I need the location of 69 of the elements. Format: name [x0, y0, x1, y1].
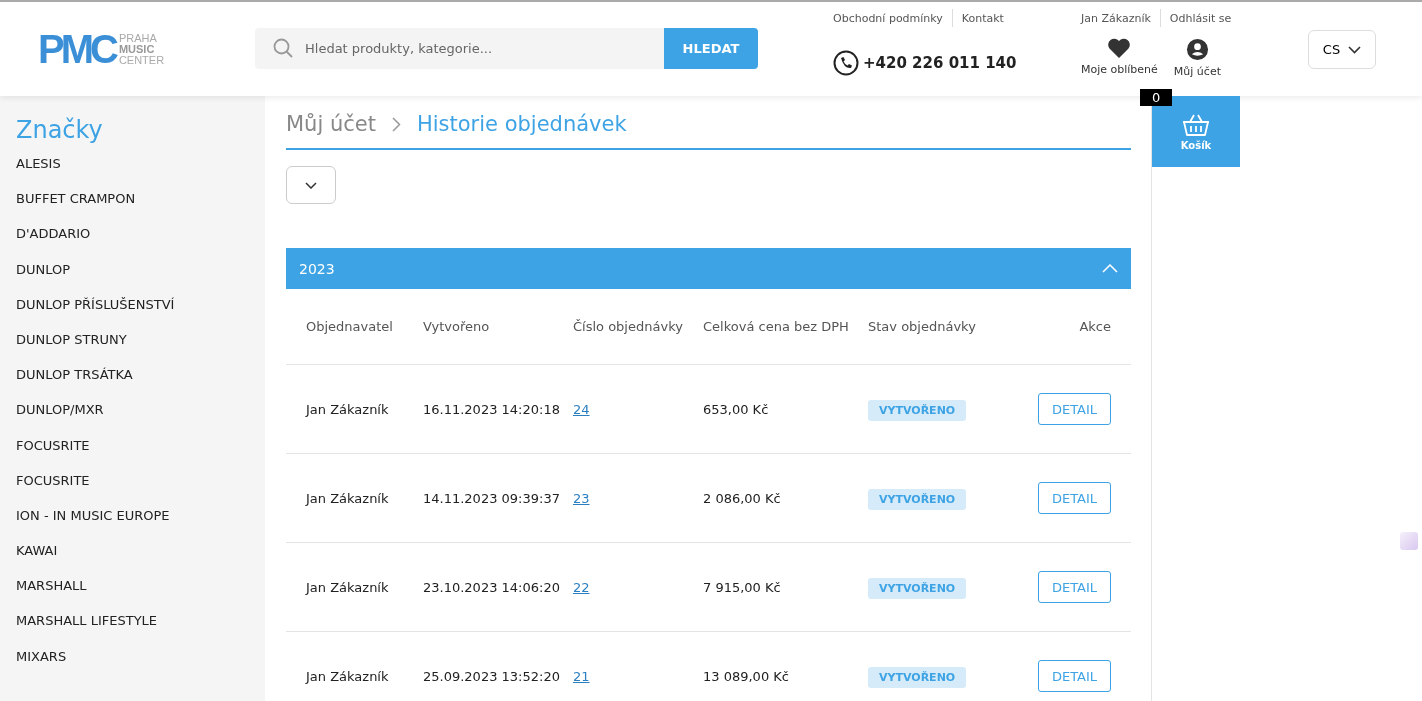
search-icon — [273, 38, 293, 58]
account-link[interactable]: Můj účet — [1173, 38, 1221, 78]
cart-count: 0 — [1140, 89, 1173, 106]
header-link[interactable]: Odhlásit se — [1169, 11, 1232, 25]
table-cell-text: 7 915,00 Kč — [703, 579, 782, 595]
search-field[interactable]: Hledat produkty, kategorie... — [255, 28, 664, 69]
status-badge: VYTVOŘENO — [868, 577, 967, 599]
brand-link[interactable]: MARSHALL — [16, 577, 265, 613]
brand-link[interactable]: ALESIS — [16, 155, 265, 191]
phone-number: +420 226 011 140 — [863, 54, 1017, 72]
phone-icon — [833, 50, 859, 76]
chevron-up-icon — [1102, 264, 1118, 273]
table-cell-text: 653,00 Kč — [703, 401, 770, 417]
logo-text: CENTER — [118, 54, 165, 66]
table-cell-text: 25.09.2023 13:52:20 — [423, 668, 561, 684]
order-link[interactable]: 24 — [573, 401, 590, 417]
column-header: Číslo objednávky — [573, 319, 684, 334]
status-badge: VYTVOŘENO — [868, 666, 967, 688]
table-cell-text: Jan Zákazník — [304, 490, 390, 506]
basket-icon — [1182, 112, 1210, 137]
order-link[interactable]: 21 — [573, 668, 590, 684]
logo-mark: PMC — [38, 32, 115, 66]
column-header: Stav objednávky — [868, 319, 977, 334]
brand-link[interactable]: DUNLOP PŘÍSLUŠENSTVÍ — [16, 295, 265, 331]
brand-link[interactable]: ION - IN MUSIC EUROPE — [16, 506, 265, 543]
brand-link[interactable]: MIXARS — [16, 647, 265, 683]
table-cell-text: Jan Zákazník — [304, 668, 390, 684]
brand-link[interactable]: MARSHALL LIFESTYLE — [16, 612, 265, 648]
chevron-right-icon — [391, 116, 401, 132]
brand-link[interactable]: KAWAI — [16, 542, 265, 578]
status-badge: VYTVOŘENO — [868, 488, 967, 510]
table-cell-text: 13 089,00 Kč — [703, 668, 790, 684]
brand-link[interactable]: DUNLOP STRUNY — [16, 330, 265, 367]
language-dropdown[interactable]: CS — [1308, 30, 1376, 69]
sidebar-title: Značky — [16, 116, 104, 144]
header-link[interactable]: Kontakt — [961, 11, 1004, 25]
widget-icon[interactable] — [1400, 532, 1418, 550]
chevron-down-icon — [1348, 45, 1362, 54]
table-cell-text: 16.11.2023 14:20:18 — [423, 401, 561, 417]
brand-link[interactable]: FOCUSRITE — [16, 471, 265, 507]
column-header: Objednavatel — [305, 319, 394, 334]
column-header: Celková cena bez DPH — [703, 319, 850, 334]
chevron-down-icon — [305, 181, 317, 189]
order-link[interactable]: 23 — [573, 490, 590, 506]
logo-text: PRAHA — [118, 32, 158, 44]
table-cell-text: Jan Zákazník — [304, 579, 390, 595]
breadcrumb-link[interactable]: Můj účet — [286, 112, 376, 136]
order-link[interactable]: 22 — [573, 579, 590, 595]
favorites-link[interactable]: Moje oblíbené — [1081, 38, 1158, 78]
header-link[interactable]: Obchodní podmínky — [833, 11, 943, 25]
year-label: 2023 — [299, 260, 335, 277]
column-header: Vytvořeno — [423, 319, 491, 334]
brand-link[interactable]: BUFFET CRAMPON — [16, 190, 265, 226]
logo-text: MUSIC — [118, 43, 156, 55]
brand-link[interactable]: DUNLOP/MXR — [16, 401, 265, 437]
user-icon — [1185, 38, 1209, 61]
status-badge: VYTVOŘENO — [868, 399, 967, 421]
dropdown-button[interactable] — [286, 166, 336, 204]
column-header: Akce — [1078, 319, 1112, 334]
brand-link[interactable]: DUNLOP — [16, 260, 265, 296]
brand-link[interactable]: FOCUSRITE — [16, 436, 265, 472]
header-link[interactable]: Jan Zákazník — [1081, 11, 1151, 25]
brand-link[interactable]: DUNLOP TRSÁTKA — [16, 366, 265, 402]
table-cell-text: 14.11.2023 09:39:37 — [423, 490, 561, 506]
table-cell-text: 23.10.2023 14:06:20 — [423, 579, 561, 595]
table-cell-text: 2 086,00 Kč — [703, 490, 782, 506]
table-cell-text: Jan Zákazník — [304, 401, 390, 417]
heart-icon — [1107, 38, 1132, 59]
brand-link[interactable]: D'ADDARIO — [16, 225, 265, 261]
